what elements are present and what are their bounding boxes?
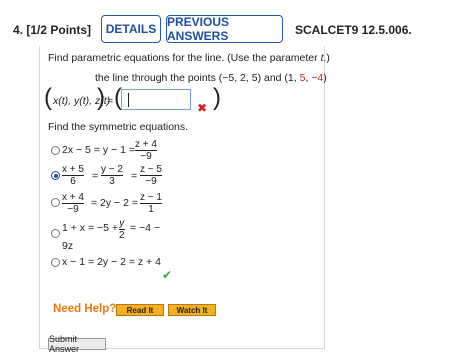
option-d-fraction: y 2 [119,218,125,241]
option-c-fraction-1: x + 4 −9 [62,192,84,215]
previous-answers-button[interactable]: PREVIOUS ANSWERS [166,15,283,43]
correct-check-icon: ✔ [162,268,173,282]
option-e-text: x − 1 = 2y − 2 = z + 4 [62,256,161,268]
option-b-fraction-2: y − 2 3 [101,164,123,187]
option-a-fraction: z + 4 −9 [135,139,157,162]
option-c-middle: = 2y − 2 = [91,197,138,209]
parametric-answer-input[interactable] [121,89,191,110]
need-help-label: Need Help? [53,303,117,315]
instruction-text: Find parametric equations for the line. … [48,52,330,64]
symmetric-heading: Find the symmetric equations. [48,121,189,133]
option-e-radio[interactable] [51,258,60,267]
right-paren: ) [97,84,105,111]
option-b-radio[interactable] [51,171,60,180]
option-d-radio[interactable] [51,229,60,238]
option-d-line2: 9z [62,240,74,252]
equals-sign: = [92,170,99,182]
option-b-fraction-1: x + 5 6 [62,164,84,187]
question-header: 4. [1/2 Points] DETAILS PREVIOUS ANSWERS… [0,0,474,46]
highlight-value: −4 [311,72,324,84]
watch-it-button[interactable]: Watch It [168,304,216,316]
submit-answer-button[interactable]: Submit Answer [48,334,106,354]
read-it-button[interactable]: Read It [116,304,164,316]
points-statement: the line through the points (−5, 2, 5) a… [95,72,327,84]
question-number-and-points: 4. [1/2 Points] [13,23,91,37]
problem-code: SCALCET9 12.5.006. [295,23,412,37]
option-a-prefix: 2x − 5 = y − 1 = [62,144,135,156]
question-number: 4. [13,23,24,37]
option-d-prefix: 1 + x = −5 + [62,222,119,234]
left-paren: ( [44,84,52,111]
equals-sign: = [131,170,138,182]
option-c-radio[interactable] [51,198,60,207]
incorrect-x-icon: ✖ [197,101,208,115]
option-d-suffix: = −4 − [130,222,161,234]
option-a-radio[interactable] [51,146,60,155]
answer-right-paren: ) [213,84,221,111]
text-caret [128,93,129,107]
points: [1/2 Points] [26,23,92,37]
details-button[interactable]: DETAILS [101,15,161,43]
equals-sign: = [107,95,114,107]
option-b-fraction-3: z − 5 −9 [140,164,162,187]
option-c-fraction-2: z − 1 1 [140,192,162,215]
